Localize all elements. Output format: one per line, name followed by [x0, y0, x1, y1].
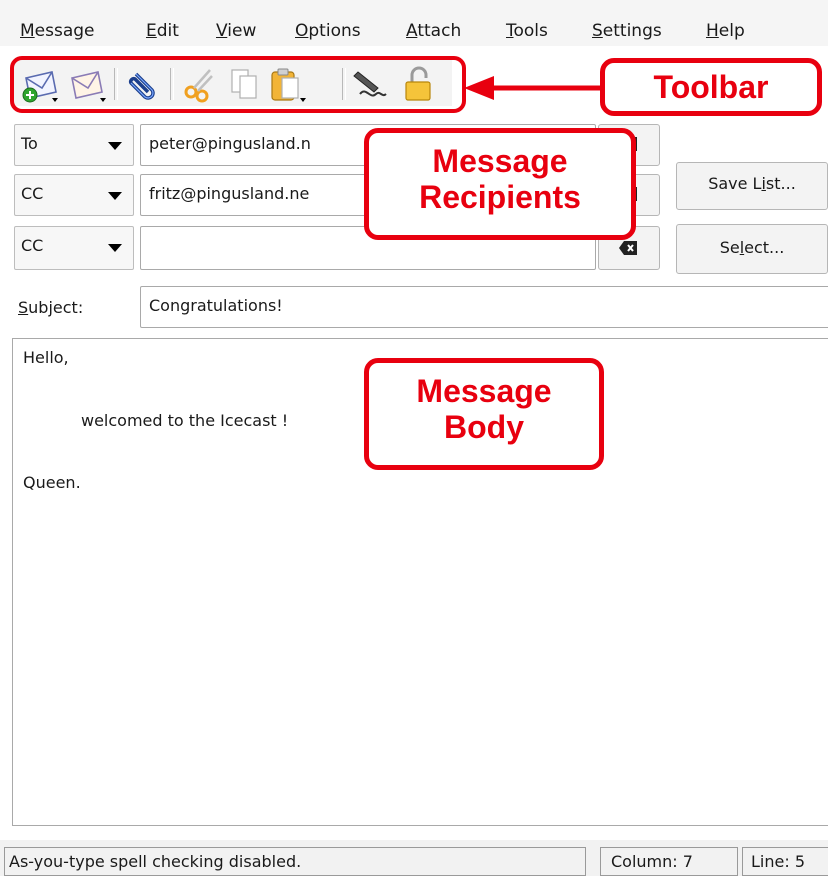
toolbar-callout: Toolbar — [600, 58, 822, 116]
menu-options[interactable]: Options — [295, 21, 361, 41]
body-line: Queen. — [23, 473, 81, 492]
status-column: Column: 7 — [600, 847, 738, 876]
body-callout-line: Body — [444, 409, 524, 445]
subject-input[interactable]: Congratulations! — [140, 286, 828, 328]
subject-label: Subject: — [18, 298, 84, 317]
menu-view[interactable]: View — [216, 21, 256, 41]
menu-help[interactable]: Help — [706, 21, 745, 41]
toolbar-highlight — [10, 56, 466, 113]
recipient-type-select[interactable]: CC — [14, 174, 134, 216]
backspace-clear-icon — [619, 241, 637, 255]
body-line: Hello, — [23, 348, 69, 367]
recipient-type-label: CC — [21, 184, 44, 203]
menu-message[interactable]: Message — [20, 21, 95, 41]
recipient-type-select[interactable]: To — [14, 124, 134, 166]
chevron-down-icon — [108, 192, 122, 200]
body-callout-line: Message — [416, 373, 552, 409]
menu-settings[interactable]: Settings — [592, 21, 662, 41]
body-line: welcomed to the Icecast ! — [81, 411, 289, 430]
recipients-callout-line: Message — [432, 143, 568, 179]
menu-tools[interactable]: Tools — [506, 21, 548, 41]
chevron-down-icon — [108, 244, 122, 252]
menu-attach[interactable]: Attach — [406, 21, 461, 41]
status-message: As-you-type spell checking disabled. — [4, 847, 586, 876]
status-bar: As-you-type spell checking disabled. Col… — [0, 840, 828, 876]
select-recipients-button[interactable]: Select... — [676, 224, 828, 274]
status-line: Line: 5 — [742, 847, 828, 876]
arrow-left-icon — [464, 76, 605, 100]
recipient-type-label: To — [21, 134, 38, 153]
body-callout: Message Body — [364, 358, 604, 470]
recipient-type-select[interactable]: CC — [14, 226, 134, 270]
menu-edit[interactable]: Edit — [146, 21, 179, 41]
chevron-down-icon — [108, 142, 122, 150]
recipient-type-label: CC — [21, 236, 44, 255]
recipients-callout-line: Recipients — [419, 179, 581, 215]
menu-bar: Message Edit View Options Attach Tools S… — [0, 0, 828, 46]
save-list-button[interactable]: Save List... — [676, 162, 828, 210]
recipients-callout: Message Recipients — [364, 128, 636, 240]
